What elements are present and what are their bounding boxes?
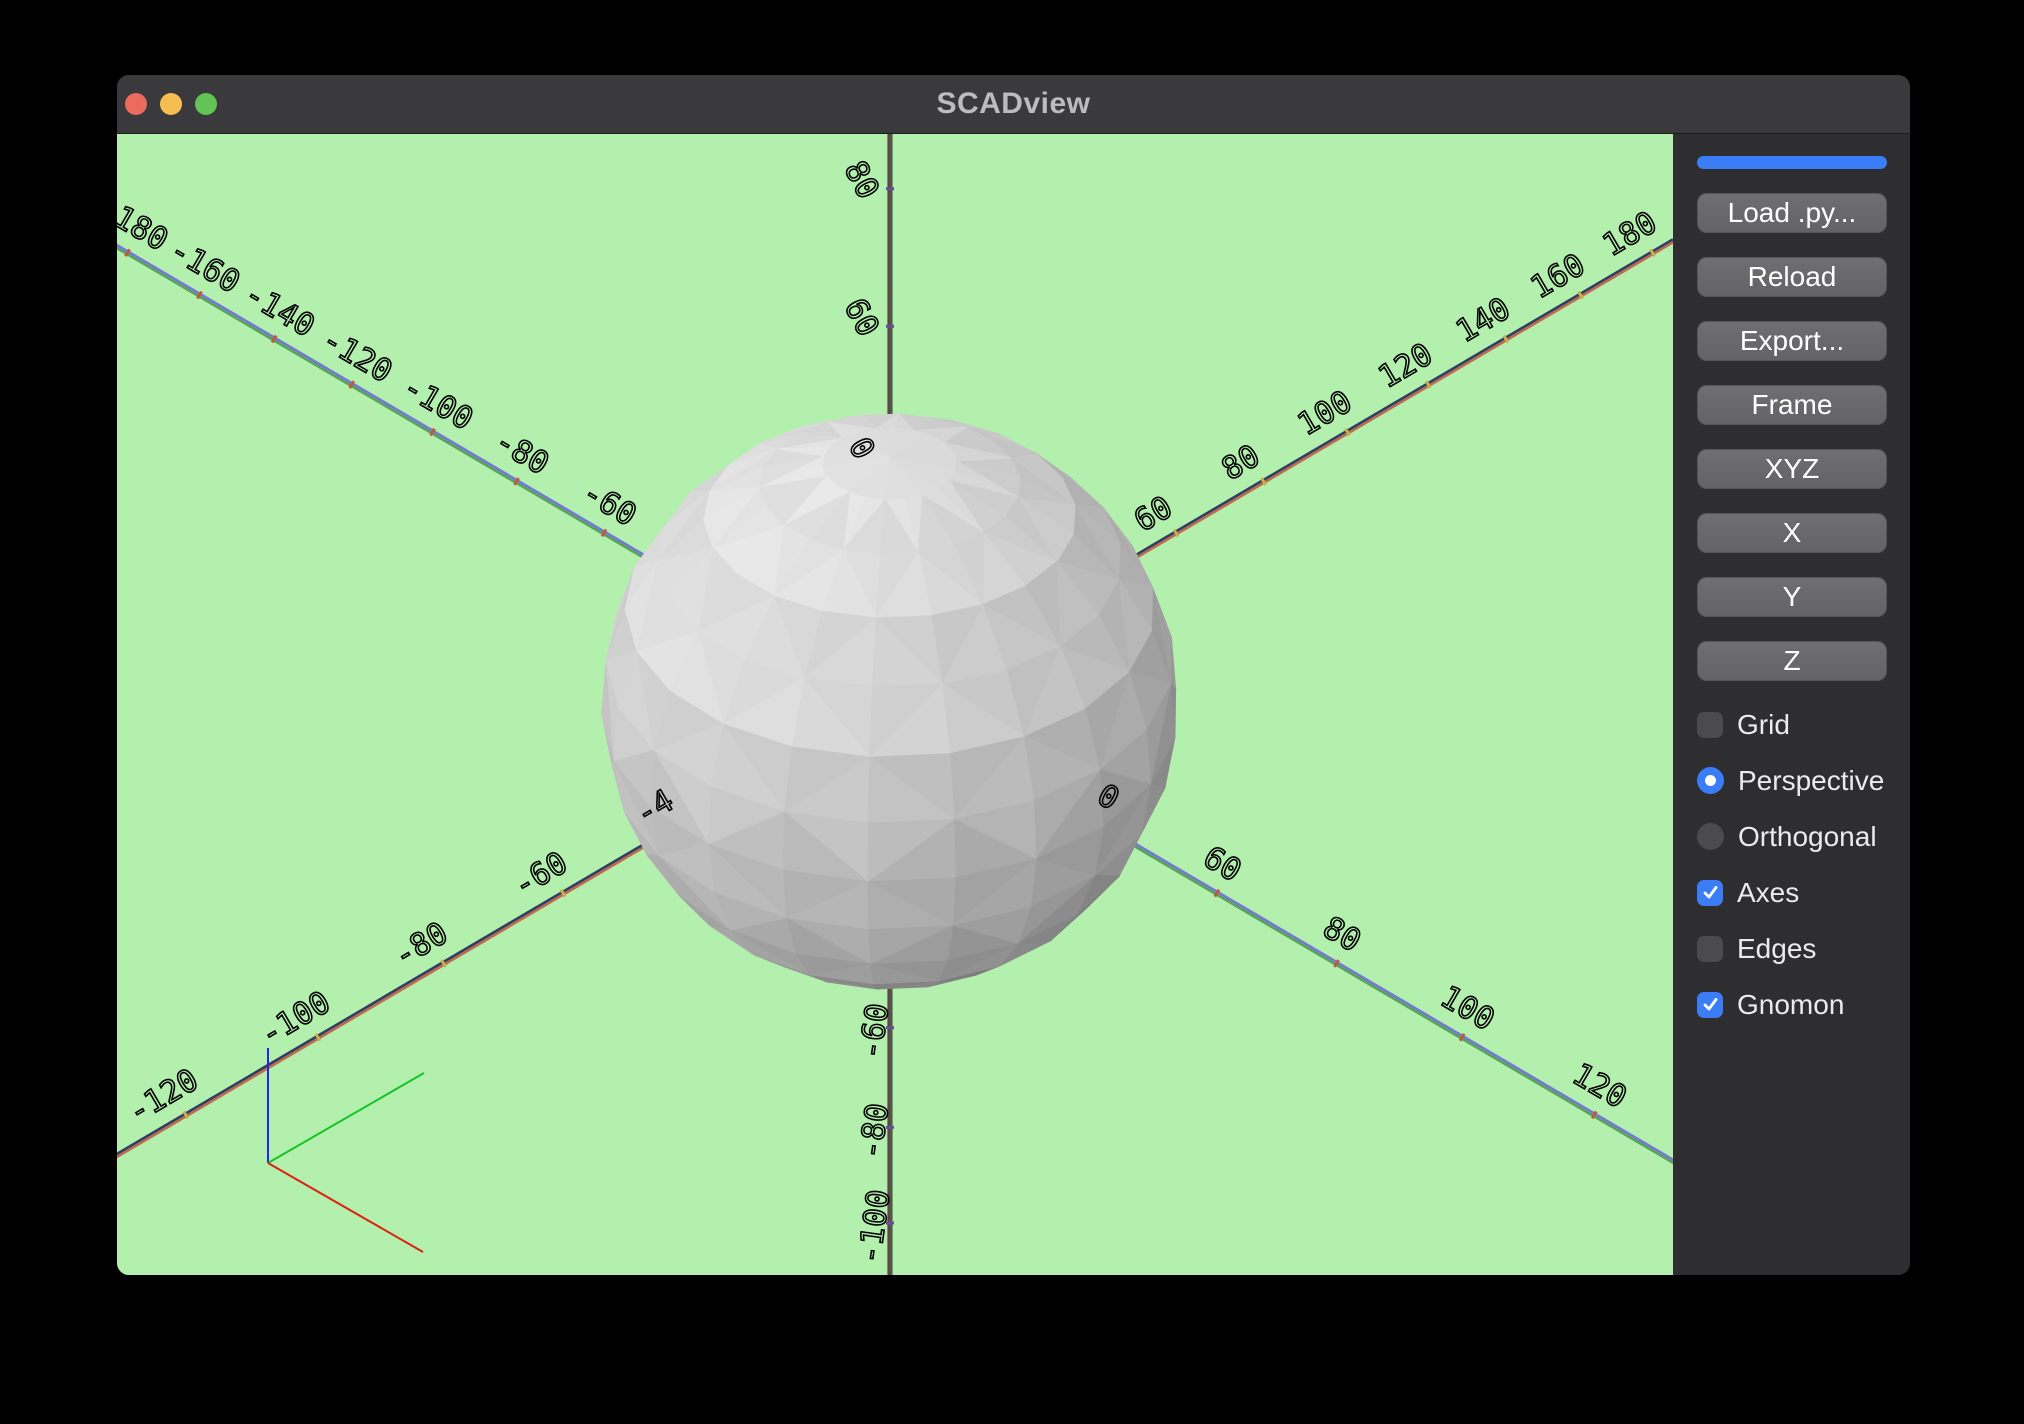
z-axis-label: -80 [853, 1101, 896, 1161]
close-button[interactable] [125, 93, 147, 115]
button-y[interactable]: Y [1697, 577, 1887, 617]
x-axis-label: -140 [238, 276, 321, 345]
radio-dot-icon [1705, 775, 1716, 786]
checkbox-grid[interactable] [1697, 711, 1723, 738]
gnomon-y-arm [267, 1072, 425, 1164]
button-frame[interactable]: Frame [1697, 385, 1887, 425]
toggle-row-perspective[interactable]: Perspective [1697, 764, 1887, 796]
button-stack: Load .py... Reload Export... Frame XYZ X Y Z [1697, 193, 1887, 681]
x-axis-label: 60 [1197, 839, 1247, 889]
toggle-label: Perspective [1738, 764, 1885, 796]
title-bar[interactable]: SCADview [117, 75, 1910, 134]
window-title: SCADview [936, 87, 1091, 120]
z-axis-label: 60 [837, 293, 886, 343]
zoom-button[interactable] [195, 93, 217, 115]
minimize-button[interactable] [160, 93, 182, 115]
x-axis-label: 80 [1317, 910, 1367, 960]
toggle-label: Gnomon [1737, 988, 1845, 1020]
app-window: SCADview -180 -160 -140 -120 -100 -80 -60 60 80 1… [117, 75, 1910, 1275]
x-axis-label: -160 [163, 232, 246, 301]
z-axis-label: 80 [837, 155, 886, 205]
toggle-label: Edges [1737, 932, 1817, 964]
checkmark-icon [1703, 886, 1717, 899]
toggle-stack: Grid Perspective Orthogonal Axes Edges Gnomon [1697, 708, 1887, 1020]
toggle-label: Orthogonal [1738, 820, 1877, 852]
button-z[interactable]: Z [1697, 641, 1887, 681]
gnomon-x-arm [267, 1162, 424, 1253]
y-axis-label: 60 [1128, 489, 1178, 539]
radio-orthogonal[interactable] [1697, 823, 1724, 850]
toggle-row-axes[interactable]: Axes [1697, 876, 1887, 908]
traffic-lights [125, 93, 217, 115]
button-x[interactable]: X [1697, 513, 1887, 553]
gnomon [267, 1048, 425, 1253]
scene-canvas[interactable]: -180-160-140-120-100-80-6060801001200-12… [117, 134, 1673, 1275]
y-axis-label: -100 [254, 984, 337, 1053]
button-xyz[interactable]: XYZ [1697, 449, 1887, 489]
toggle-row-orthogonal[interactable]: Orthogonal [1697, 820, 1887, 852]
radio-perspective[interactable] [1697, 767, 1724, 794]
checkmark-icon [1703, 998, 1717, 1011]
x-axis-label: -100 [396, 369, 479, 438]
button-export[interactable]: Export... [1697, 321, 1887, 361]
viewport-3d[interactable]: -180 -160 -140 -120 -100 -80 -60 60 80 100 120 0 -12… [117, 134, 1673, 1275]
window-content: -180 -160 -140 -120 -100 -80 -60 60 80 100 120 0 -12… [117, 134, 1910, 1275]
progress-bar [1697, 156, 1887, 169]
toggle-label: Grid [1737, 708, 1790, 740]
sphere-mesh [601, 413, 1177, 990]
y-axis-label: -120 [122, 1062, 205, 1131]
x-axis-label: -120 [316, 321, 399, 390]
x-axis-label: -180 [117, 190, 174, 259]
y-axis-label: 80 [1216, 438, 1266, 488]
toggle-label: Axes [1737, 876, 1800, 908]
toggle-row-grid[interactable]: Grid [1697, 708, 1887, 740]
button-reload[interactable]: Reload [1697, 257, 1887, 297]
control-panel: Load .py... Reload Export... Frame XYZ X Y Z Gr… [1673, 134, 1910, 1275]
checkbox-axes[interactable] [1697, 879, 1723, 906]
button-load-py[interactable]: Load .py... [1697, 193, 1887, 233]
checkbox-gnomon[interactable] [1697, 991, 1723, 1018]
checkbox-edges[interactable] [1697, 935, 1723, 962]
toggle-row-edges[interactable]: Edges [1697, 932, 1887, 964]
z-axis-label: -60 [853, 1001, 896, 1061]
toggle-row-gnomon[interactable]: Gnomon [1697, 988, 1887, 1020]
